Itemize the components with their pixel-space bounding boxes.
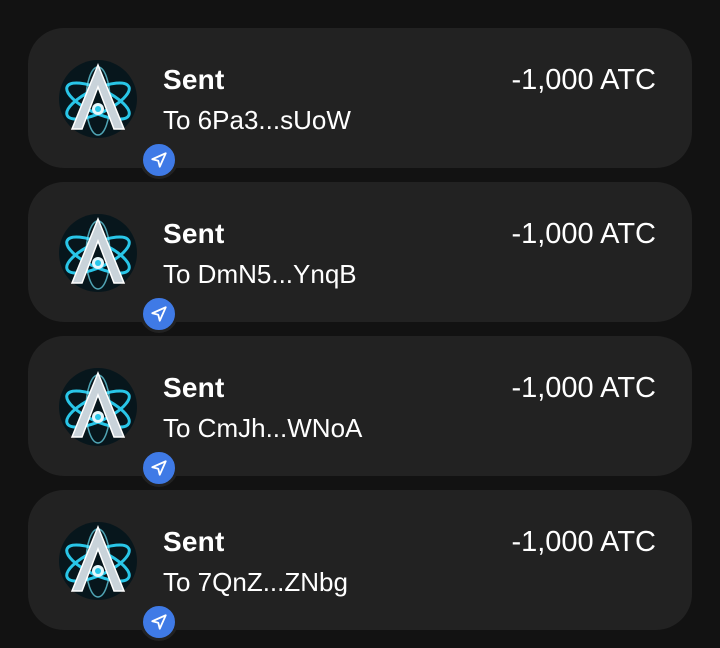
transaction-type: Sent [163,526,225,557]
send-arrow-icon [151,306,167,322]
token-avatar [58,367,178,487]
transaction-recipient: To 7QnZ...ZNbg [163,567,348,597]
send-badge [140,295,178,333]
send-arrow-icon [151,614,167,630]
atom-a-token-icon [59,60,137,138]
token-avatar [58,521,178,641]
send-badge [140,603,178,641]
transaction-item[interactable]: Sent To CmJh...WNoA -1,000 ATC [28,336,692,487]
transaction-recipient: To DmN5...YnqB [163,259,357,289]
atom-a-token-icon [59,522,137,600]
token-avatar [58,59,178,179]
transaction-type: Sent [163,64,225,95]
transaction-amount: -1,000 ATC [511,526,656,558]
transaction-item[interactable]: Sent To 6Pa3...sUoW -1,000 ATC [28,28,692,179]
send-badge [140,141,178,179]
transaction-amount: -1,000 ATC [511,372,656,404]
transaction-list: Sent To 6Pa3...sUoW -1,000 ATC Sent To D… [0,0,720,648]
transaction-type: Sent [163,218,225,249]
transaction-item[interactable]: Sent To DmN5...YnqB -1,000 ATC [28,182,692,333]
transaction-item[interactable]: Sent To 7QnZ...ZNbg -1,000 ATC [28,490,692,641]
send-badge [140,449,178,487]
transaction-recipient: To 6Pa3...sUoW [163,105,351,135]
transaction-type: Sent [163,372,225,403]
send-arrow-icon [151,152,167,168]
send-arrow-icon [151,460,167,476]
token-avatar [58,213,178,333]
atom-a-token-icon [59,214,137,292]
transaction-recipient: To CmJh...WNoA [163,413,363,443]
transaction-amount: -1,000 ATC [511,64,656,96]
transaction-amount: -1,000 ATC [511,218,656,250]
atom-a-token-icon [59,368,137,446]
